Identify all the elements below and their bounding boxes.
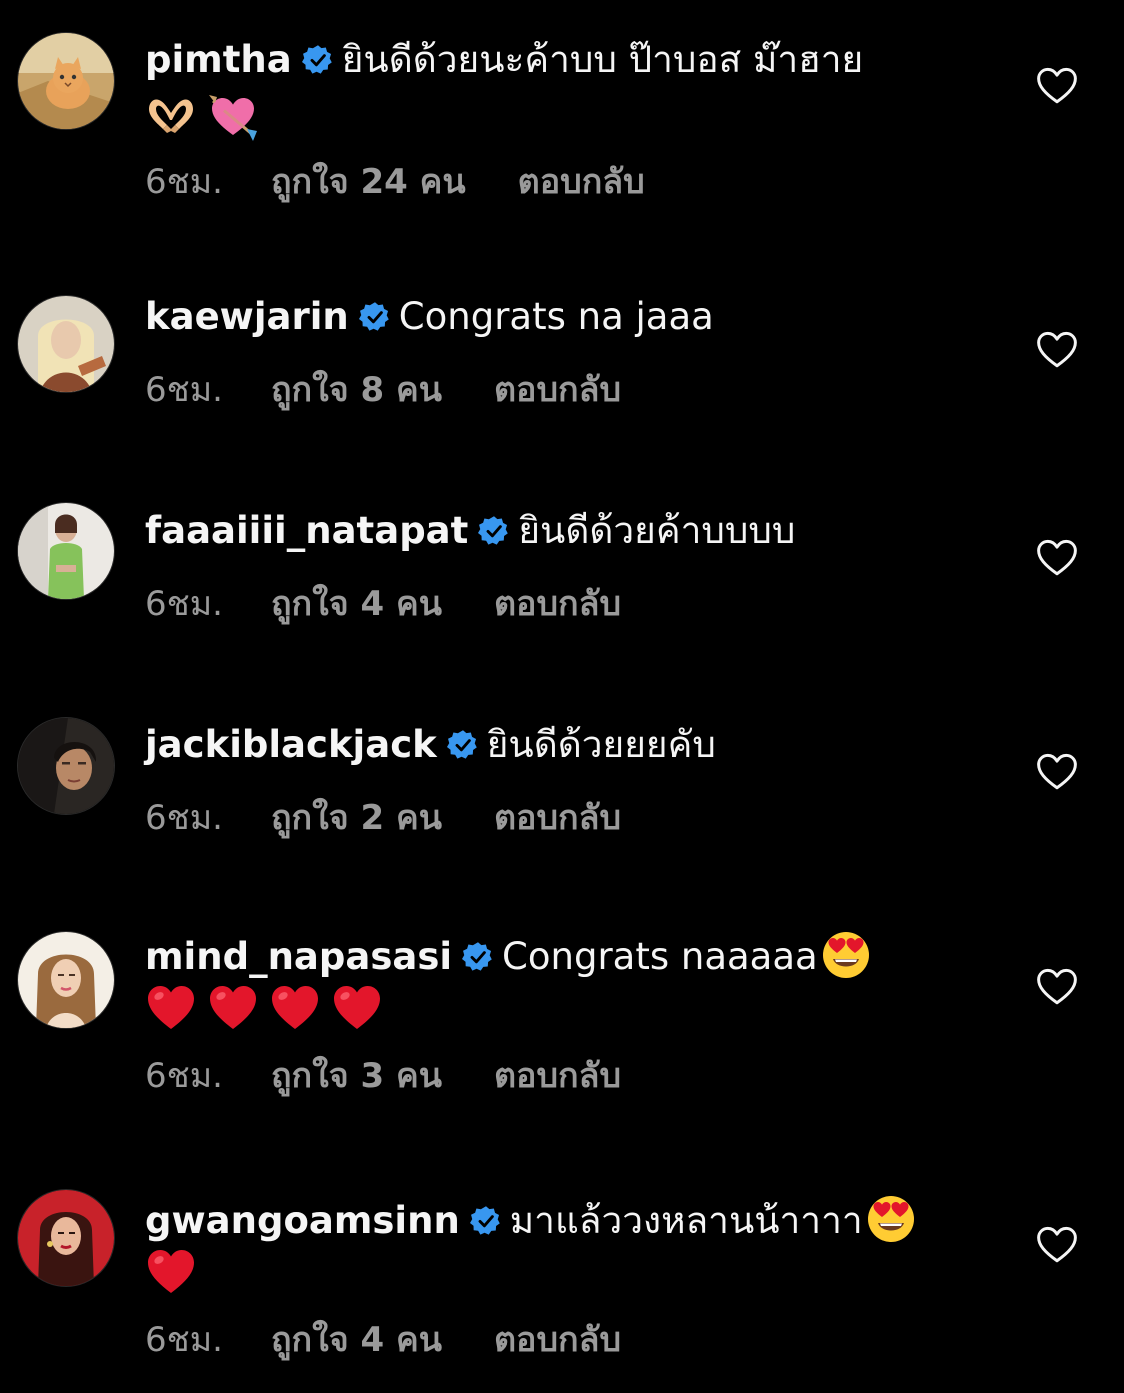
comment-meta: 6ชม. ถูกใจ 4 คน ตอบกลับ	[145, 582, 621, 626]
avatar[interactable]	[18, 1190, 114, 1286]
comment-time: 6ชม.	[145, 1320, 223, 1360]
heart-hands-emoji	[145, 91, 197, 143]
reply-button[interactable]: ตอบกลับ	[494, 796, 621, 840]
comment-likes[interactable]: ถูกใจ 4 คน	[271, 582, 442, 626]
verified-badge-icon	[359, 301, 391, 333]
reply-button[interactable]: ตอบกลับ	[494, 368, 621, 412]
red-heart-emoji	[145, 1246, 197, 1298]
comment-username[interactable]: faaaiiii_natapat	[145, 509, 468, 552]
like-heart-icon[interactable]	[1036, 752, 1078, 792]
comment-username[interactable]: mind_napasasi	[145, 935, 452, 978]
reply-button[interactable]: ตอบกลับ	[518, 160, 645, 204]
comment-likes[interactable]: ถูกใจ 3 คน	[271, 1054, 442, 1098]
heart-eyes-emoji	[865, 1193, 917, 1245]
reply-button[interactable]: ตอบกลับ	[494, 582, 621, 626]
comment-meta: 6ชม. ถูกใจ 24 คน ตอบกลับ	[145, 160, 645, 204]
comment-time: 6ชม.	[145, 162, 223, 202]
reply-button[interactable]: ตอบกลับ	[494, 1054, 621, 1098]
avatar[interactable]	[18, 503, 114, 599]
comment-meta: 6ชม. ถูกใจ 2 คน ตอบกลับ	[145, 796, 621, 840]
comment-likes[interactable]: ถูกใจ 4 คน	[271, 1318, 442, 1362]
avatar[interactable]	[18, 718, 114, 814]
comment-time: 6ชม.	[145, 1056, 223, 1096]
comment-time: 6ชม.	[145, 370, 223, 410]
comment-likes[interactable]: ถูกใจ 24 คน	[271, 160, 466, 204]
comment-text: Congrats na jaaa	[398, 295, 714, 338]
red-heart-emoji	[207, 982, 259, 1034]
comment-text: ยินดีด้วยนะค้าบบ ป๊าบอส ม๊าฮาย	[341, 38, 864, 81]
red-heart-emoji	[331, 982, 383, 1034]
comment-username[interactable]: jackiblackjack	[145, 723, 437, 766]
verified-badge-icon	[478, 515, 510, 547]
verified-badge-icon	[470, 1205, 502, 1237]
avatar[interactable]	[18, 932, 114, 1028]
comment-likes[interactable]: ถูกใจ 8 คน	[271, 368, 442, 412]
like-heart-icon[interactable]	[1036, 1225, 1078, 1265]
comment-text: มาแล้ววงหลานน้าาาา	[509, 1199, 863, 1242]
comment-meta: 6ชม. ถูกใจ 3 คน ตอบกลับ	[145, 1054, 621, 1098]
like-heart-icon[interactable]	[1036, 967, 1078, 1007]
comment-username[interactable]: kaewjarin	[145, 295, 349, 338]
comment-time: 6ชม.	[145, 584, 223, 624]
heart-eyes-emoji	[820, 929, 872, 981]
reply-button[interactable]: ตอบกลับ	[494, 1318, 621, 1362]
like-heart-icon[interactable]	[1036, 538, 1078, 578]
red-heart-emoji	[269, 982, 321, 1034]
comment-username[interactable]: gwangoamsinn	[145, 1199, 460, 1242]
verified-badge-icon	[302, 44, 334, 76]
like-heart-icon[interactable]	[1036, 330, 1078, 370]
comment-text: ยินดีด้วยยยคับ	[486, 723, 716, 766]
verified-badge-icon	[462, 941, 494, 973]
like-heart-icon[interactable]	[1036, 66, 1078, 106]
avatar[interactable]	[18, 33, 114, 129]
comment-likes[interactable]: ถูกใจ 2 คน	[271, 796, 442, 840]
comment-meta: 6ชม. ถูกใจ 4 คน ตอบกลับ	[145, 1318, 621, 1362]
comment-time: 6ชม.	[145, 798, 223, 838]
comment-text: Congrats naaaaa	[502, 935, 818, 978]
avatar[interactable]	[18, 296, 114, 392]
heart-with-arrow-emoji	[207, 91, 259, 143]
red-heart-emoji	[145, 982, 197, 1034]
comment-username[interactable]: pimtha	[145, 38, 292, 81]
verified-badge-icon	[447, 729, 479, 761]
comment-meta: 6ชม. ถูกใจ 8 คน ตอบกลับ	[145, 368, 621, 412]
comment-text: ยินดีด้วยค้าบบบบ	[518, 509, 796, 552]
